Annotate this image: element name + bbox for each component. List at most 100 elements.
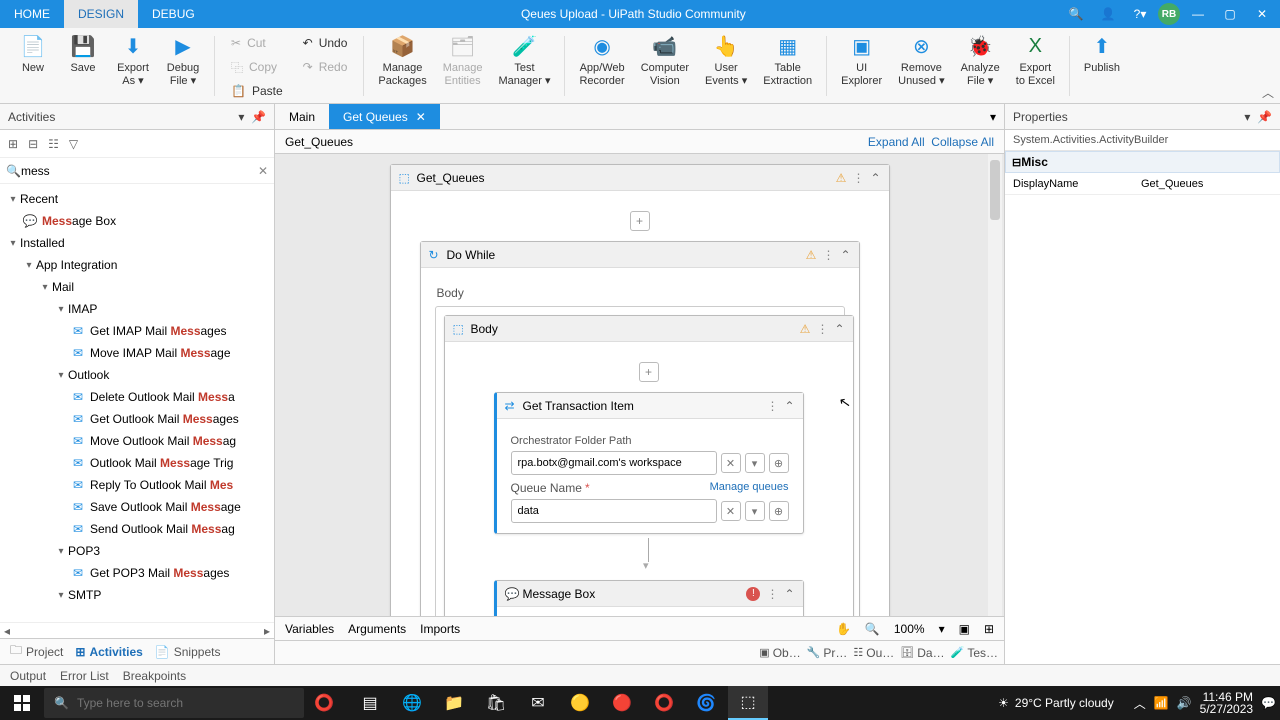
breadcrumb[interactable]: Get_Queues [285, 135, 353, 149]
app-mail[interactable]: ✉ [518, 686, 558, 720]
manage-packages-button[interactable]: 📦Manage Packages [370, 32, 434, 88]
tree-imap[interactable]: ▾IMAP [0, 298, 274, 320]
tray-wifi-icon[interactable]: 📶 [1154, 696, 1169, 710]
undo-button[interactable]: ↶ Undo [297, 32, 354, 54]
imports-tab[interactable]: Imports [420, 622, 460, 636]
tree-mail[interactable]: ▾Mail [0, 276, 274, 298]
pan-icon[interactable]: ✋ [836, 622, 851, 636]
menu-icon[interactable]: ⋮ [852, 171, 864, 185]
redo-button[interactable]: ↷ Redo [297, 56, 354, 78]
property-category-misc[interactable]: ⊟ Misc [1005, 151, 1280, 173]
ribbon-collapse-icon[interactable]: ︿ [1262, 84, 1274, 101]
app-chrome[interactable]: 🟡 [560, 686, 600, 720]
save-button[interactable]: 💾Save [58, 32, 108, 75]
test-manager-button[interactable]: 🧪Test Manager ▾ [490, 32, 558, 88]
dropdown-icon[interactable]: ▾ [238, 110, 244, 124]
leaf-imap-get[interactable]: ✉Get IMAP Mail Messages [0, 320, 274, 342]
user-icon[interactable]: 👤 [1094, 0, 1122, 28]
activity-message-box[interactable]: 💬Message Box!⋮⌃ Text {} ! ⤢ [494, 580, 804, 616]
menu-debug[interactable]: DEBUG [138, 0, 209, 28]
menu-icon[interactable]: ⋮ [766, 399, 778, 413]
output-tab[interactable]: Output [10, 669, 46, 683]
menu-icon[interactable]: ⋮ [766, 587, 778, 601]
overview-icon[interactable]: ⊞ [984, 622, 994, 636]
app-explorer[interactable]: 📁 [434, 686, 474, 720]
collapse-icon[interactable]: ⌃ [840, 248, 850, 262]
taskview-icon[interactable]: ▤ [350, 686, 390, 720]
collapse-icon[interactable]: ⌃ [784, 399, 794, 413]
canvas-scrollbar[interactable] [988, 154, 1002, 616]
analyze-file-button[interactable]: 🐞Analyze File ▾ [953, 32, 1008, 88]
export-as-button[interactable]: ⬇Export As ▾ [108, 32, 158, 88]
taskbar-search-input[interactable] [77, 696, 294, 710]
leaf-outlook-delete[interactable]: ✉Delete Outlook Mail Messa [0, 386, 274, 408]
outline-outline[interactable]: ☷ Ou… [853, 646, 894, 660]
tab-get-queues[interactable]: Get Queues✕ [329, 104, 440, 129]
tray-chevron-icon[interactable]: ︿ [1134, 695, 1146, 712]
collapse-all-link[interactable]: Collapse All [931, 135, 994, 149]
taskbar-clock[interactable]: 11:46 PM5/27/2023 [1200, 691, 1253, 715]
app-store[interactable]: 🛍 [476, 686, 516, 720]
expand-icon[interactable]: ⊞ [8, 137, 18, 151]
activity-get-transaction[interactable]: ⇄Get Transaction Item⋮⌃ Orchestrator Fol… [494, 392, 804, 534]
fit-icon[interactable]: ▣ [959, 622, 970, 636]
tree-app-integration[interactable]: ▾App Integration [0, 254, 274, 276]
manage-queues-link[interactable]: Manage queues [710, 481, 789, 493]
leaf-message-box[interactable]: 💬Message Box [0, 210, 274, 232]
copy-button[interactable]: ⿻ Copy [225, 56, 289, 78]
app-browser[interactable]: 🌀 [686, 686, 726, 720]
collapse-icon[interactable]: ⌃ [784, 587, 794, 601]
collapse-icon[interactable]: ⌃ [870, 171, 880, 185]
paste-button[interactable]: 📋 Paste [225, 80, 289, 102]
close-tab-icon[interactable]: ✕ [416, 104, 426, 130]
variables-tab[interactable]: Variables [285, 622, 334, 636]
cut-button[interactable]: ✂ Cut [225, 32, 289, 54]
arguments-tab[interactable]: Arguments [348, 622, 406, 636]
app-vivaldi[interactable]: 🔴 [602, 686, 642, 720]
scroll-left-icon[interactable]: ◂ [4, 624, 10, 638]
tree-installed[interactable]: ▾Installed [0, 232, 274, 254]
clear-icon[interactable]: ✕ [721, 501, 741, 521]
tabs-dropdown-icon[interactable]: ▾ [982, 104, 1004, 129]
footer-activities-tab[interactable]: ⊞ Activities [75, 645, 142, 659]
search-icon[interactable]: 🔍 [1062, 0, 1090, 28]
table-extraction-button[interactable]: ▦Table Extraction [755, 32, 820, 88]
collapse-icon[interactable]: ⌃ [834, 322, 844, 336]
outline-object[interactable]: ▣ Ob… [759, 646, 800, 660]
tree-recent[interactable]: ▾Recent [0, 188, 274, 210]
avatar[interactable]: RB [1158, 3, 1180, 25]
leaf-outlook-send[interactable]: ✉Send Outlook Mail Messag [0, 518, 274, 540]
start-button[interactable] [0, 686, 44, 720]
taskbar-weather[interactable]: ☀ 29°C Partly cloudy [998, 696, 1114, 710]
zoom-icon[interactable]: 🔍 [865, 622, 880, 636]
new-button[interactable]: 📄New [8, 32, 58, 75]
help-icon[interactable]: ?▾ [1126, 0, 1154, 28]
computer-vision-button[interactable]: 📹Computer Vision [633, 32, 697, 88]
tray-sound-icon[interactable]: 🔊 [1177, 696, 1192, 710]
tree-smtp[interactable]: ▾SMTP [0, 584, 274, 606]
tree-view-icon[interactable]: ☷ [48, 137, 59, 151]
menu-icon[interactable]: ⋮ [816, 322, 828, 336]
leaf-pop3-get[interactable]: ✉Get POP3 Mail Messages [0, 562, 274, 584]
publish-button[interactable]: ⬆Publish [1076, 32, 1128, 75]
expand-all-link[interactable]: Expand All [868, 135, 925, 149]
app-opera[interactable]: ⭕ [644, 686, 684, 720]
dropdown-icon[interactable]: ▾ [1244, 110, 1250, 124]
tree-outlook[interactable]: ▾Outlook [0, 364, 274, 386]
menu-icon[interactable]: ⋮ [822, 248, 834, 262]
errorlist-tab[interactable]: Error List [60, 669, 109, 683]
leaf-outlook-move[interactable]: ✉Move Outlook Mail Messag [0, 430, 274, 452]
leaf-outlook-get[interactable]: ✉Get Outlook Mail Messages [0, 408, 274, 430]
activity-do-while[interactable]: ↻Do While⚠⋮⌃ Body ⬚Body⚠⋮⌃ + ⇄Get Transa… [420, 241, 860, 616]
close-icon[interactable]: ✕ [1248, 0, 1276, 28]
leaf-outlook-trigger[interactable]: ✉Outlook Mail Message Trig [0, 452, 274, 474]
pin-icon[interactable]: 📌 [251, 110, 266, 124]
clear-icon[interactable]: ✕ [721, 453, 741, 473]
dropdown-icon[interactable]: ▾ [745, 453, 765, 473]
notifications-icon[interactable]: 💬 [1261, 696, 1276, 710]
filter-icon[interactable]: ▽ [69, 137, 78, 151]
app-edge[interactable]: 🌐 [392, 686, 432, 720]
zoom-dropdown-icon[interactable]: ▾ [939, 622, 945, 636]
cortana-icon[interactable]: ⭕ [304, 686, 344, 720]
leaf-outlook-reply[interactable]: ✉Reply To Outlook Mail Mes [0, 474, 274, 496]
